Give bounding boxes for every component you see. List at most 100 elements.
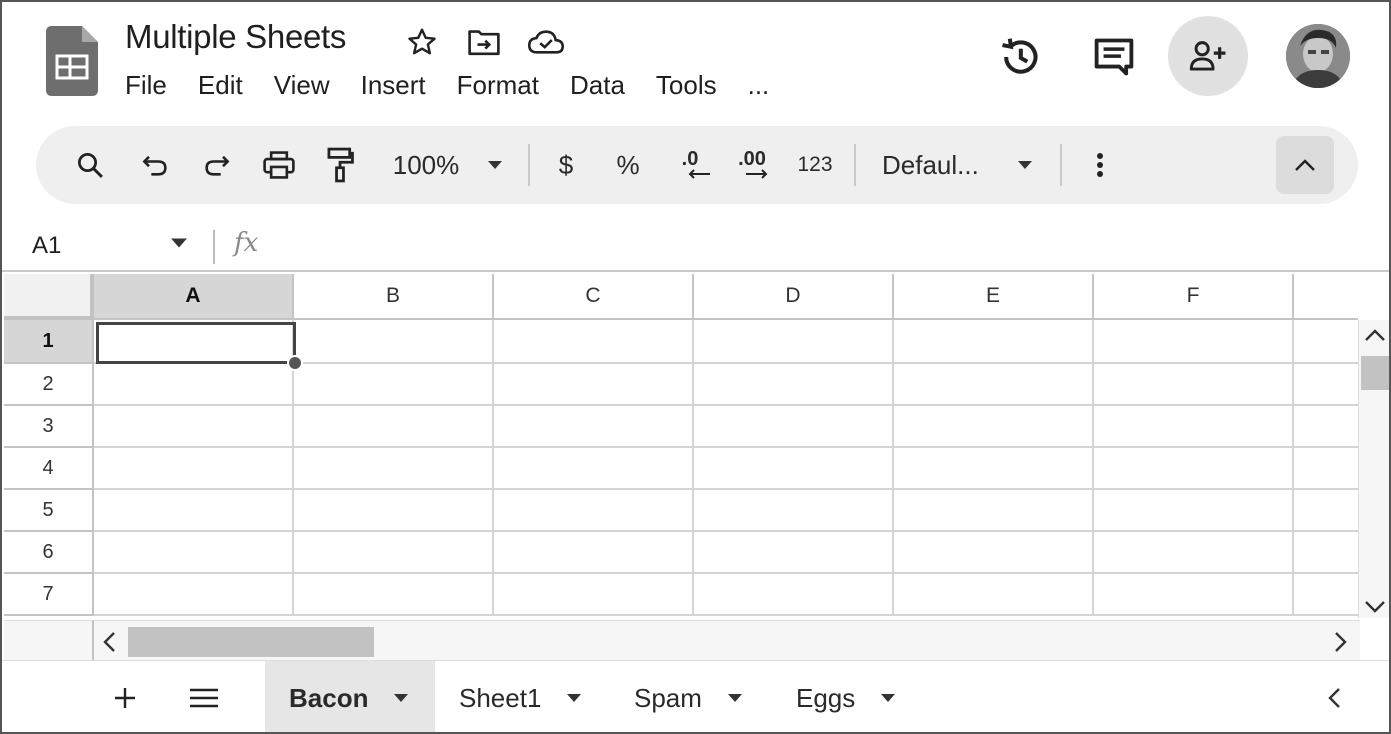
font-select[interactable]: Defaul... (882, 126, 994, 204)
cell-a5[interactable] (94, 490, 294, 532)
font-dropdown-icon[interactable] (1014, 126, 1036, 204)
cell-a2[interactable] (94, 364, 294, 406)
cell-c4[interactable] (494, 448, 694, 490)
sheet-tab-spam[interactable]: Spam (610, 661, 750, 732)
row-header-2[interactable]: 2 (4, 364, 94, 406)
column-header-a[interactable]: A (94, 274, 294, 320)
horizontal-scrollbar[interactable] (94, 620, 1360, 660)
column-header-g[interactable] (1294, 274, 1358, 320)
star-icon[interactable] (404, 24, 440, 60)
menu-format[interactable]: Format (457, 70, 570, 101)
cell-e7[interactable] (894, 574, 1094, 616)
column-header-f[interactable]: F (1094, 274, 1294, 320)
cell-d4[interactable] (694, 448, 894, 490)
cell-c3[interactable] (494, 406, 694, 448)
cell-f2[interactable] (1094, 364, 1294, 406)
cell-g6[interactable] (1294, 532, 1358, 574)
menu-data[interactable]: Data (570, 70, 656, 101)
name-box[interactable]: A1 (32, 232, 61, 260)
cell-d7[interactable] (694, 574, 894, 616)
scroll-up-icon[interactable] (1364, 328, 1386, 342)
cell-g2[interactable] (1294, 364, 1358, 406)
menu-file[interactable]: File (125, 70, 198, 101)
cell-d3[interactable] (694, 406, 894, 448)
cell-b3[interactable] (294, 406, 494, 448)
comments-icon[interactable] (1091, 34, 1137, 80)
cell-b2[interactable] (294, 364, 494, 406)
scroll-left-icon[interactable] (102, 631, 116, 653)
sheets-logo-icon[interactable] (46, 26, 98, 96)
column-header-e[interactable]: E (894, 274, 1094, 320)
row-header-7[interactable]: 7 (4, 574, 94, 616)
cell-g3[interactable] (1294, 406, 1358, 448)
decrease-decimals-button[interactable]: .0 (670, 126, 710, 204)
cell-b7[interactable] (294, 574, 494, 616)
chevron-down-icon[interactable] (881, 694, 896, 702)
cell-g5[interactable] (1294, 490, 1358, 532)
chevron-down-icon[interactable] (394, 694, 409, 702)
column-header-c[interactable]: C (494, 274, 694, 320)
more-formats-button[interactable]: 123 (792, 126, 838, 204)
print-icon[interactable] (260, 126, 298, 204)
cell-a7[interactable] (94, 574, 294, 616)
search-menus-icon[interactable] (72, 126, 108, 204)
cell-c5[interactable] (494, 490, 694, 532)
increase-decimals-button[interactable]: .00 (730, 126, 774, 204)
cell-b6[interactable] (294, 532, 494, 574)
user-avatar[interactable] (1286, 24, 1350, 88)
all-sheets-menu-icon[interactable] (186, 661, 222, 732)
column-header-b[interactable]: B (294, 274, 494, 320)
fill-handle[interactable] (287, 355, 303, 371)
explore-collapse-icon[interactable] (1318, 661, 1350, 732)
cell-g1[interactable] (1294, 320, 1358, 364)
cell-a6[interactable] (94, 532, 294, 574)
menu-insert[interactable]: Insert (361, 70, 457, 101)
cell-f6[interactable] (1094, 532, 1294, 574)
cell-b1[interactable] (294, 320, 494, 364)
horizontal-scroll-thumb[interactable] (128, 627, 374, 657)
redo-icon[interactable] (198, 126, 234, 204)
menu-view[interactable]: View (274, 70, 361, 101)
scroll-right-icon[interactable] (1334, 631, 1348, 653)
row-header-3[interactable]: 3 (4, 406, 94, 448)
move-to-folder-icon[interactable] (466, 24, 502, 60)
select-all-corner[interactable] (4, 274, 94, 320)
cell-d1[interactable] (694, 320, 894, 364)
undo-icon[interactable] (138, 126, 174, 204)
zoom-select[interactable]: 100% (386, 126, 466, 204)
cell-f1[interactable] (1094, 320, 1294, 364)
add-sheet-icon[interactable] (108, 661, 142, 732)
cell-c1[interactable] (494, 320, 694, 364)
cell-f4[interactable] (1094, 448, 1294, 490)
cell-f3[interactable] (1094, 406, 1294, 448)
cell-c7[interactable] (494, 574, 694, 616)
cell-a4[interactable] (94, 448, 294, 490)
cell-d2[interactable] (694, 364, 894, 406)
vertical-scroll-thumb[interactable] (1361, 356, 1389, 390)
cell-g4[interactable] (1294, 448, 1358, 490)
menu-edit[interactable]: Edit (198, 70, 274, 101)
version-history-icon[interactable] (996, 34, 1042, 80)
cell-e6[interactable] (894, 532, 1094, 574)
sheet-tab-bacon[interactable]: Bacon (265, 661, 435, 732)
cell-d6[interactable] (694, 532, 894, 574)
zoom-dropdown-icon[interactable] (484, 126, 506, 204)
active-cell-a1[interactable] (96, 322, 296, 364)
cloud-saved-icon[interactable] (528, 24, 564, 60)
vertical-scrollbar[interactable] (1358, 320, 1389, 618)
cell-e1[interactable] (894, 320, 1094, 364)
cell-c6[interactable] (494, 532, 694, 574)
chevron-down-icon[interactable] (727, 694, 742, 702)
currency-format-button[interactable]: $ (548, 126, 584, 204)
cell-e5[interactable] (894, 490, 1094, 532)
percent-format-button[interactable]: % (610, 126, 646, 204)
cell-e3[interactable] (894, 406, 1094, 448)
cell-b4[interactable] (294, 448, 494, 490)
chevron-down-icon[interactable] (567, 694, 582, 702)
cell-e4[interactable] (894, 448, 1094, 490)
sheet-tab-sheet1[interactable]: Sheet1 (435, 661, 587, 732)
menu-tools[interactable]: Tools (656, 70, 748, 101)
hide-menus-button[interactable] (1276, 136, 1334, 194)
cell-f7[interactable] (1094, 574, 1294, 616)
document-title[interactable]: Multiple Sheets (125, 18, 346, 56)
